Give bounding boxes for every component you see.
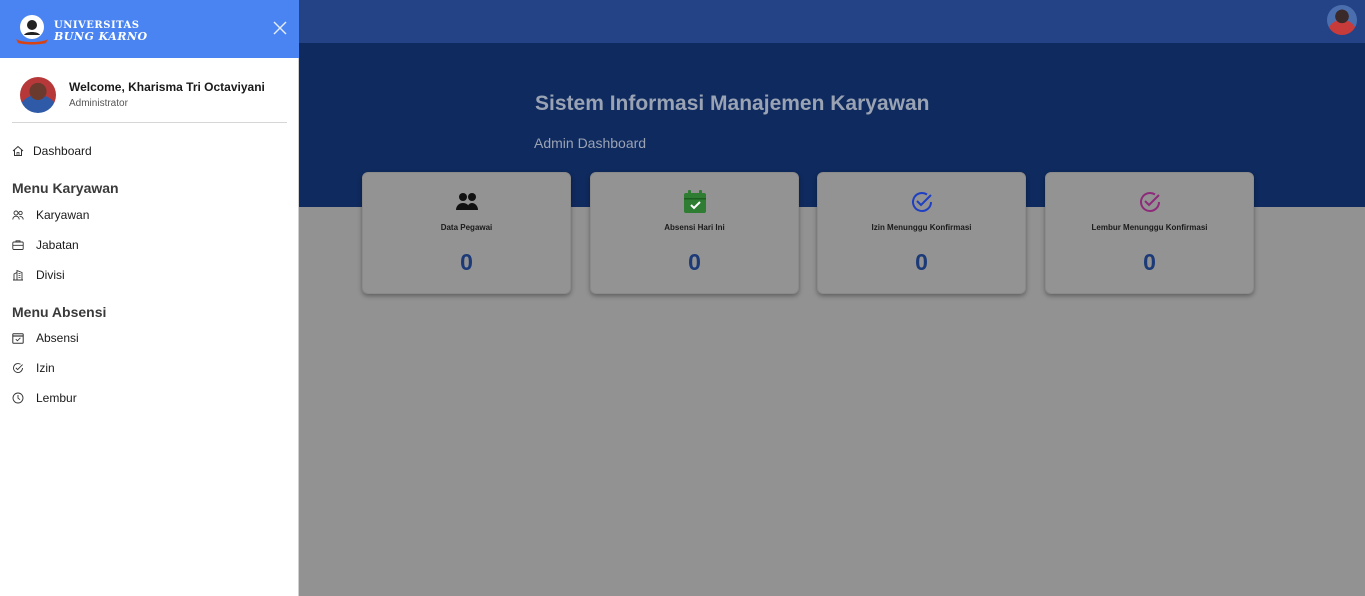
sidebar-item-karyawan[interactable]: Karyawan <box>12 204 89 226</box>
section-menu-absensi: Menu Absensi <box>12 304 107 320</box>
calendar-check-icon <box>12 333 24 344</box>
sidebar-item-label: Izin <box>36 361 55 375</box>
sidebar-item-dashboard[interactable]: Dashboard <box>12 140 92 162</box>
card-label: Absensi Hari Ini <box>664 223 725 232</box>
avatar <box>20 77 56 113</box>
users-icon <box>12 210 24 220</box>
calendar-check-icon <box>683 190 706 213</box>
sidebar-item-absensi[interactable]: Absensi <box>12 327 79 349</box>
card-izin-menunggu[interactable]: Izin Menunggu Konfirmasi 0 <box>817 172 1026 294</box>
sidebar-item-label: Divisi <box>36 268 65 282</box>
sidebar-item-lembur[interactable]: Lembur <box>12 387 77 409</box>
clock-icon <box>12 392 24 404</box>
close-icon[interactable] <box>272 20 288 36</box>
sidebar-header: UNIVERSITAS BUNG KARNO <box>0 0 299 58</box>
user-profile: Welcome, Kharisma Tri Octaviyani Adminis… <box>12 74 287 123</box>
card-lembur-menunggu[interactable]: Lembur Menunggu Konfirmasi 0 <box>1045 172 1254 294</box>
user-avatar[interactable] <box>1327 5 1357 35</box>
university-logo-icon <box>16 15 48 45</box>
sidebar-item-label: Lembur <box>36 391 77 405</box>
sidebar-item-label: Jabatan <box>36 238 79 252</box>
logo-text-line2: BUNG KARNO <box>54 30 148 43</box>
sidebar-item-izin[interactable]: Izin <box>12 357 55 379</box>
card-value: 0 <box>460 249 473 275</box>
card-absensi-hari-ini[interactable]: Absensi Hari Ini 0 <box>590 172 799 294</box>
section-menu-karyawan: Menu Karyawan <box>12 180 119 196</box>
sidebar-item-label: Karyawan <box>36 208 90 222</box>
check-circle-icon <box>1139 192 1160 212</box>
sidebar-item-divisi[interactable]: Divisi <box>12 264 65 286</box>
sidebar-item-label: Absensi <box>36 331 79 345</box>
card-value: 0 <box>915 249 928 275</box>
page-title: Sistem Informasi Manajemen Karyawan <box>535 92 930 115</box>
building-icon <box>13 269 23 281</box>
home-icon <box>12 145 24 156</box>
welcome-text: Welcome, Kharisma Tri Octaviyani <box>69 80 265 94</box>
briefcase-icon <box>12 240 24 250</box>
people-icon <box>455 193 478 210</box>
card-label: Data Pegawai <box>440 223 493 232</box>
page-subtitle: Admin Dashboard <box>534 135 647 151</box>
card-value: 0 <box>1143 249 1156 275</box>
sidebar-item-jabatan[interactable]: Jabatan <box>12 234 79 256</box>
sidebar-item-label: Dashboard <box>33 144 92 158</box>
sidebar: UNIVERSITAS BUNG KARNO Welcome, Kharisma… <box>0 0 299 596</box>
check-circle-icon <box>13 363 23 373</box>
card-label: Izin Menunggu Konfirmasi <box>871 223 972 232</box>
card-value: 0 <box>688 249 701 275</box>
check-circle-icon <box>911 192 932 212</box>
user-role: Administrator <box>69 98 128 109</box>
card-data-pegawai[interactable]: Data Pegawai 0 <box>362 172 571 294</box>
card-label: Lembur Menunggu Konfirmasi <box>1091 223 1208 232</box>
